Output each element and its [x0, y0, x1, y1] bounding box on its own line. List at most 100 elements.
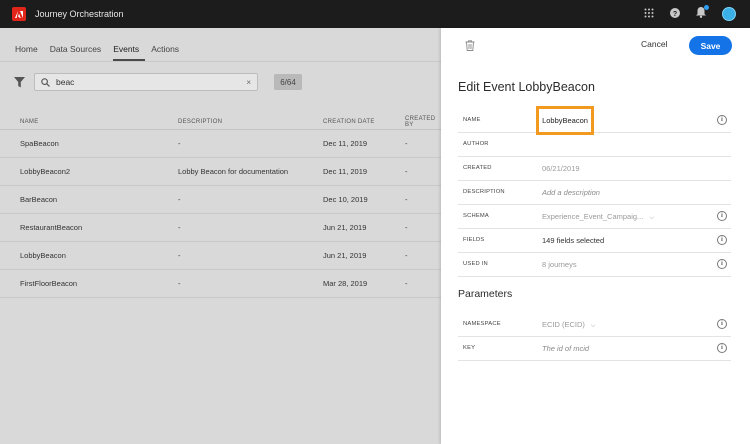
user-avatar[interactable]	[722, 7, 736, 21]
main-nav: Home Data Sources Events Actions	[0, 28, 441, 62]
column-header-name[interactable]: NAME	[20, 119, 39, 125]
row-name: SpaBeacon	[20, 139, 59, 148]
result-count-badge: 6/64	[274, 74, 302, 90]
fields-selected-link[interactable]: 149 fields selected	[542, 236, 604, 245]
cancel-button[interactable]: Cancel	[641, 39, 667, 49]
field-label: DESCRIPTION	[463, 189, 505, 195]
list-toolbar: beac × 6/64	[14, 73, 302, 91]
row-name: BarBeacon	[20, 195, 58, 204]
field-row-fields: FIELDS 149 fields selected i	[458, 229, 731, 253]
row-description: -	[178, 195, 181, 204]
notification-dot	[704, 5, 709, 10]
table-header: NAME DESCRIPTION CREATION DATE CREATED B…	[0, 114, 441, 130]
info-icon[interactable]: i	[717, 235, 727, 245]
search-input[interactable]: beac ×	[34, 73, 258, 91]
row-date: Jun 21, 2019	[323, 251, 367, 260]
row-description: -	[178, 139, 181, 148]
events-table: NAME DESCRIPTION CREATION DATE CREATED B…	[0, 114, 441, 298]
schema-value: Experience_Event_Campaig...	[542, 212, 644, 221]
info-icon[interactable]: i	[717, 343, 727, 353]
key-input[interactable]: The id of mcid	[542, 344, 589, 353]
row-description: -	[178, 251, 181, 260]
row-date: Dec 11, 2019	[323, 139, 368, 148]
row-created-by: -	[405, 279, 408, 288]
table-row[interactable]: BarBeacon - Dec 10, 2019 -	[0, 186, 441, 214]
save-button[interactable]: Save	[689, 36, 732, 55]
row-name: LobbyBeacon	[20, 251, 66, 260]
schema-select[interactable]: Experience_Event_Campaig... ⌵	[542, 212, 654, 222]
row-description: -	[178, 223, 181, 232]
column-header-created-by[interactable]: CREATED BY	[405, 116, 441, 128]
table-row[interactable]: LobbyBeacon - Jun 21, 2019 -	[0, 242, 441, 270]
trash-icon[interactable]	[465, 40, 475, 51]
nav-data-sources[interactable]: Data Sources	[50, 44, 108, 61]
namespace-select[interactable]: ECID (ECID) ⌵	[542, 320, 595, 330]
table-row[interactable]: RestaurantBeacon - Jun 21, 2019 -	[0, 214, 441, 242]
top-bar: Journey Orchestration ?	[0, 0, 750, 28]
app-title: Journey Orchestration	[35, 9, 124, 19]
table-row[interactable]: FirstFloorBeacon - Mar 28, 2019 -	[0, 270, 441, 298]
name-field[interactable]: LobbyBeacon	[536, 106, 594, 135]
row-date: Jun 21, 2019	[323, 223, 367, 232]
field-label: SCHEMA	[463, 213, 490, 219]
field-row-used-in: USED IN 8 journeys i	[458, 253, 731, 277]
row-date: Mar 28, 2019	[323, 279, 368, 288]
row-name: FirstFloorBeacon	[20, 279, 78, 288]
row-created-by: -	[405, 167, 408, 176]
event-fields: NAME LobbyBeacon i AUTHOR CREATED 06/21/…	[458, 106, 731, 277]
row-name: LobbyBeacon2	[20, 167, 71, 176]
chevron-down-icon: ⌵	[649, 215, 654, 221]
row-date: Dec 11, 2019	[323, 167, 368, 176]
field-label: NAME	[463, 117, 481, 123]
row-created-by: -	[405, 223, 408, 232]
chevron-down-icon: ⌵	[590, 323, 596, 329]
field-label: NAMESPACE	[463, 321, 501, 327]
svg-text:?: ?	[673, 10, 677, 17]
row-created-by: -	[405, 139, 408, 148]
notification-bell-icon[interactable]	[696, 5, 709, 21]
filter-icon[interactable]	[14, 76, 25, 88]
apps-grid-icon[interactable]	[644, 8, 654, 21]
field-row-namespace: NAMESPACE ECID (ECID) ⌵ i	[458, 313, 731, 337]
info-icon[interactable]: i	[717, 211, 727, 221]
row-description: -	[178, 279, 181, 288]
info-icon[interactable]: i	[717, 259, 727, 269]
row-name: RestaurantBeacon	[20, 223, 83, 232]
parameters-title: Parameters	[458, 288, 513, 300]
used-in-value: 8 journeys	[542, 260, 577, 269]
edit-event-panel: Cancel Save Edit Event LobbyBeacon NAME …	[441, 28, 750, 444]
row-created-by: -	[405, 251, 408, 260]
column-header-creation-date[interactable]: CREATION DATE	[323, 119, 375, 125]
table-row[interactable]: LobbyBeacon2 Lobby Beacon for documentat…	[0, 158, 441, 186]
field-row-name: NAME LobbyBeacon i	[458, 106, 731, 135]
info-icon[interactable]: i	[717, 319, 727, 329]
row-created-by: -	[405, 195, 408, 204]
column-header-description[interactable]: DESCRIPTION	[178, 119, 222, 125]
description-input[interactable]: Add a description	[542, 188, 600, 197]
search-icon	[41, 77, 50, 87]
adobe-logo-icon[interactable]	[12, 7, 26, 21]
field-row-author: AUTHOR	[458, 133, 731, 157]
nav-home[interactable]: Home	[15, 44, 44, 61]
field-row-description: DESCRIPTION Add a description	[458, 181, 731, 205]
nav-actions[interactable]: Actions	[151, 44, 185, 61]
help-icon[interactable]: ?	[670, 7, 680, 21]
row-date: Dec 10, 2019	[323, 195, 368, 204]
field-row-key: KEY The id of mcid i	[458, 337, 731, 361]
panel-title: Edit Event LobbyBeacon	[458, 80, 595, 94]
info-icon[interactable]: i	[717, 115, 727, 125]
field-label: FIELDS	[463, 237, 485, 243]
namespace-value: ECID (ECID)	[542, 320, 585, 329]
row-description: Lobby Beacon for documentation	[178, 167, 289, 176]
field-label: AUTHOR	[463, 141, 489, 147]
nav-events[interactable]: Events	[113, 44, 146, 61]
created-value: 06/21/2019	[542, 164, 580, 173]
field-label: USED IN	[463, 261, 488, 267]
field-row-created: CREATED 06/21/2019	[458, 157, 731, 181]
search-value: beac	[56, 77, 75, 87]
field-label: KEY	[463, 345, 476, 351]
clear-search-icon[interactable]: ×	[246, 78, 251, 87]
field-label: CREATED	[463, 165, 492, 171]
table-row[interactable]: SpaBeacon - Dec 11, 2019 -	[0, 130, 441, 158]
field-row-schema: SCHEMA Experience_Event_Campaig... ⌵ i	[458, 205, 731, 229]
